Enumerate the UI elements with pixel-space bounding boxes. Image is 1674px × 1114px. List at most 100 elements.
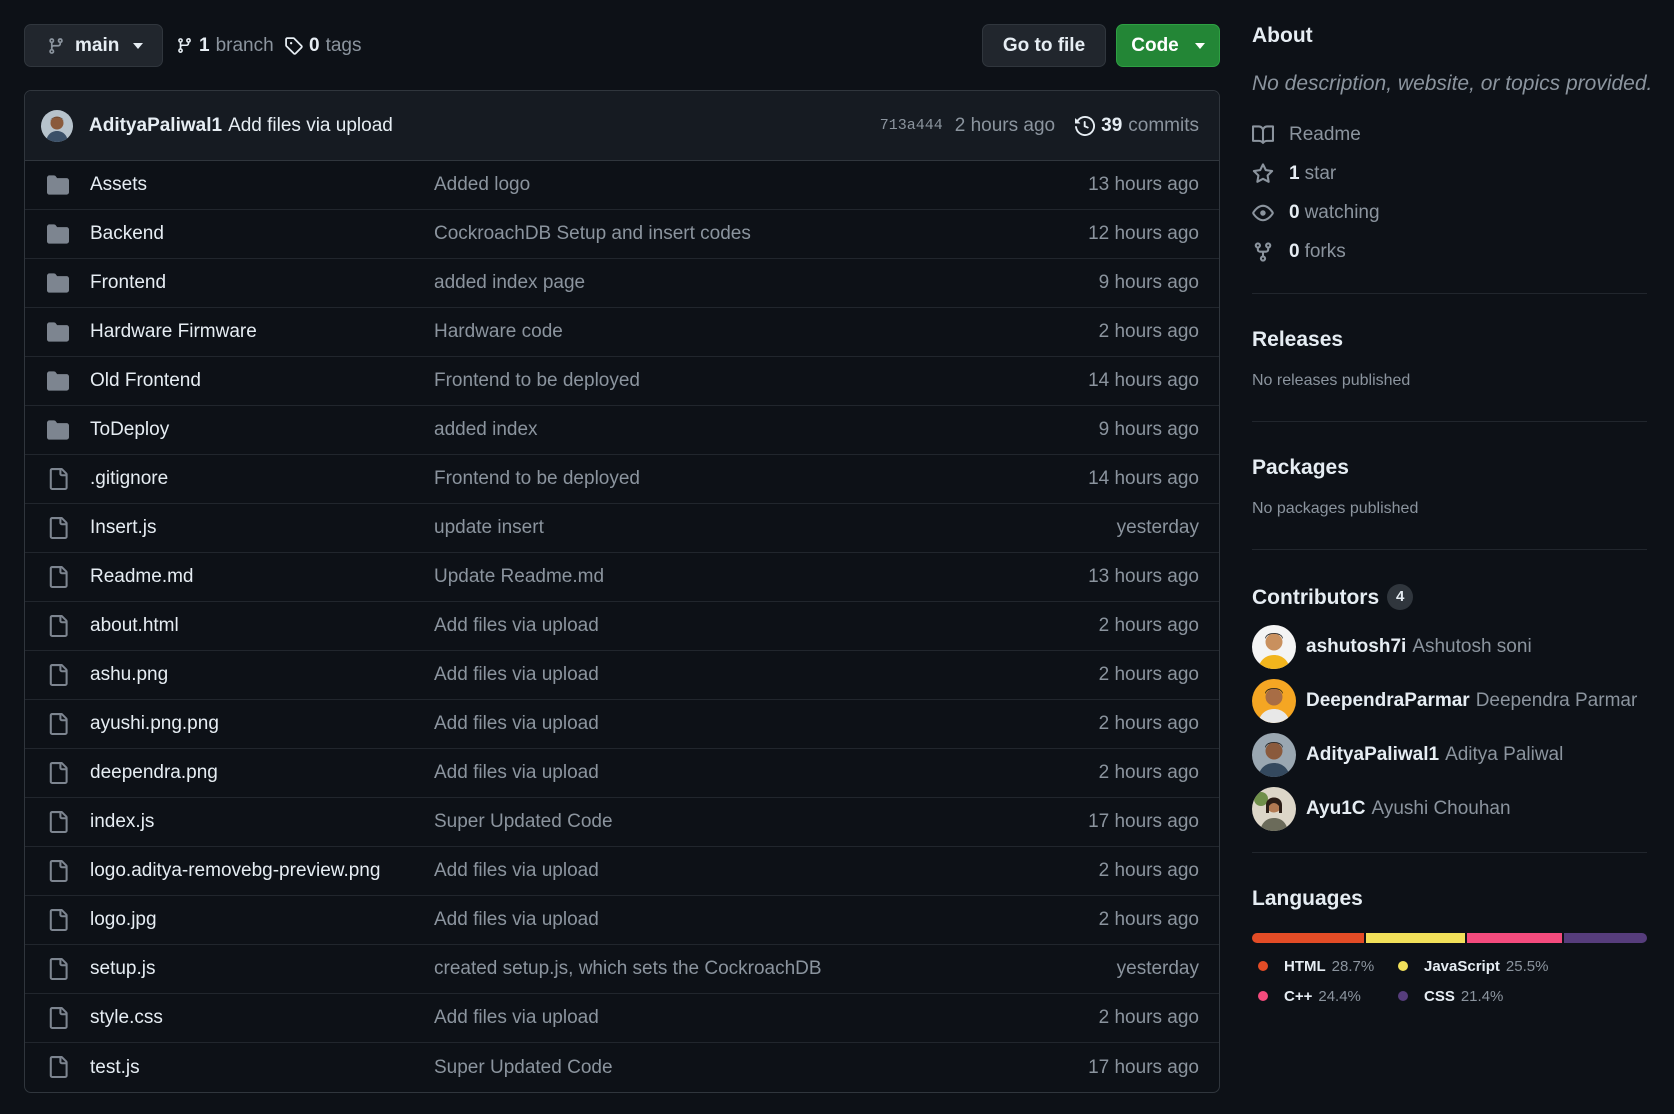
readme-link[interactable]: Readme xyxy=(1252,115,1647,154)
packages-heading[interactable]: Packages xyxy=(1252,456,1647,480)
file-commit-message-link[interactable]: Add files via upload xyxy=(434,762,599,784)
file-name-link[interactable]: style.css xyxy=(90,1007,163,1029)
avatar[interactable] xyxy=(41,109,73,142)
file-commit-message-link[interactable]: Added logo xyxy=(434,174,530,196)
branch-name: main xyxy=(75,34,120,56)
file-name-link[interactable]: ToDeploy xyxy=(90,419,169,441)
file-commit-message-link[interactable]: CockroachDB Setup and insert codes xyxy=(434,223,751,245)
star-icon xyxy=(1252,162,1274,185)
tags-link[interactable]: 0 tags xyxy=(284,24,362,67)
file-commit-message-link[interactable]: Frontend to be deployed xyxy=(434,468,640,490)
file-icon xyxy=(47,517,69,539)
contributor-item[interactable]: ashutosh7i Ashutosh soni xyxy=(1252,620,1647,674)
go-to-file-button[interactable]: Go to file xyxy=(982,24,1106,67)
contributor-item[interactable]: AdityaPaliwal1 Aditya Paliwal xyxy=(1252,728,1647,782)
language-legend-item[interactable]: JavaScript 25.5% xyxy=(1392,955,1592,977)
file-name-link[interactable]: deependra.png xyxy=(90,762,218,784)
file-commit-time: 14 hours ago xyxy=(1088,370,1199,391)
contributor-login: DeependraParmar xyxy=(1306,690,1470,711)
file-commit-message-link[interactable]: Frontend to be deployed xyxy=(434,370,640,392)
file-commit-message-link[interactable]: Add files via upload xyxy=(434,909,599,931)
file-row[interactable]: .gitignore Frontend to be deployed 14 hour… xyxy=(25,455,1219,504)
divider xyxy=(1252,421,1647,422)
file-row[interactable]: Insert.js update insert yesterday xyxy=(25,504,1219,553)
file-commit-time: 2 hours ago xyxy=(1098,321,1199,342)
file-commit-message-link[interactable]: update insert xyxy=(434,517,544,539)
file-row[interactable]: ayushi.png.png Add files via upload 2 hour… xyxy=(25,700,1219,749)
file-row[interactable]: style.css Add files via upload 2 hours ago xyxy=(25,994,1219,1043)
latest-commit-bar: AdityaPaliwal1 Add files via upload 713a… xyxy=(25,91,1219,161)
file-row[interactable]: test.js Super Updated Code 17 hours ago xyxy=(25,1043,1219,1092)
file-row[interactable]: Readme.md Update Readme.md 13 hours ago xyxy=(25,553,1219,602)
file-commit-message-link[interactable]: added index page xyxy=(434,272,585,294)
file-name-link[interactable]: Assets xyxy=(90,174,147,196)
file-commit-message-link[interactable]: Add files via upload xyxy=(434,664,599,686)
stars-link[interactable]: 1 star xyxy=(1252,154,1647,193)
file-row[interactable]: ashu.png Add files via upload 2 hours ago xyxy=(25,651,1219,700)
commit-author-link[interactable]: AdityaPaliwal1 xyxy=(89,115,222,137)
releases-heading[interactable]: Releases xyxy=(1252,328,1647,352)
file-row[interactable]: logo.jpg Add files via upload 2 hours ago xyxy=(25,896,1219,945)
file-commit-message-link[interactable]: Add files via upload xyxy=(434,713,599,735)
file-row[interactable]: Old Frontend Frontend to be deployed 14 ho… xyxy=(25,357,1219,406)
file-commit-time: 2 hours ago xyxy=(1098,713,1199,734)
file-commit-message-link[interactable]: Update Readme.md xyxy=(434,566,604,588)
file-name-link[interactable]: Insert.js xyxy=(90,517,157,539)
file-commit-message-link[interactable]: Hardware code xyxy=(434,321,563,343)
file-commit-message-link[interactable]: created setup.js, which sets the Cockroa… xyxy=(434,958,822,980)
language-legend-item[interactable]: CSS 21.4% xyxy=(1392,985,1592,1007)
file-row[interactable]: Assets Added logo 13 hours ago xyxy=(25,161,1219,210)
file-commit-message-link[interactable]: Super Updated Code xyxy=(434,811,613,833)
file-name-link[interactable]: Old Frontend xyxy=(90,370,201,392)
file-row[interactable]: logo.aditya-removebg-preview.png Add file… xyxy=(25,847,1219,896)
file-row[interactable]: ToDeploy added index 9 hours ago xyxy=(25,406,1219,455)
commit-sha-link[interactable]: 713a444 xyxy=(880,117,943,134)
forks-link[interactable]: 0 forks xyxy=(1252,232,1647,271)
file-commit-message-link[interactable]: Add files via upload xyxy=(434,615,599,637)
file-row[interactable]: Backend CockroachDB Setup and insert code… xyxy=(25,210,1219,259)
file-commit-message-link[interactable]: added index xyxy=(434,419,538,441)
watchers-link[interactable]: 0 watching xyxy=(1252,193,1647,232)
branch-selector-button[interactable]: main xyxy=(24,24,163,67)
file-row[interactable]: about.html Add files via upload 2 hours ag… xyxy=(25,602,1219,651)
code-button[interactable]: Code xyxy=(1116,24,1220,67)
contributor-item[interactable]: Ayu1C Ayushi Chouhan xyxy=(1252,782,1647,836)
contributor-item[interactable]: DeependraParmar Deependra Parmar xyxy=(1252,674,1647,728)
file-name-link[interactable]: setup.js xyxy=(90,958,155,980)
file-name-link[interactable]: logo.jpg xyxy=(90,909,157,931)
language-color-dot xyxy=(1258,991,1268,1001)
file-name-link[interactable]: Frontend xyxy=(90,272,166,294)
contributors-header[interactable]: Contributors 4 xyxy=(1252,584,1647,610)
file-row[interactable]: Hardware Firmware Hardware code 2 hours ag… xyxy=(25,308,1219,357)
file-name-link[interactable]: about.html xyxy=(90,615,179,637)
file-row[interactable]: setup.js created setup.js, which sets the… xyxy=(25,945,1219,994)
avatar[interactable] xyxy=(1252,625,1296,669)
file-name-link[interactable]: .gitignore xyxy=(90,468,168,490)
file-name-link[interactable]: Hardware Firmware xyxy=(90,321,257,343)
avatar[interactable] xyxy=(1252,787,1296,831)
forks-count: 0 xyxy=(1289,240,1300,262)
language-legend-item[interactable]: HTML 28.7% xyxy=(1252,955,1392,977)
forks-label: forks xyxy=(1304,240,1346,262)
file-commit-message-link[interactable]: Add files via upload xyxy=(434,1007,599,1029)
file-name-link[interactable]: ashu.png xyxy=(90,664,168,686)
avatar[interactable] xyxy=(1252,733,1296,777)
file-row[interactable]: index.js Super Updated Code 17 hours ago xyxy=(25,798,1219,847)
language-legend-item[interactable]: C++ 24.4% xyxy=(1252,985,1392,1007)
file-row[interactable]: Frontend added index page 9 hours ago xyxy=(25,259,1219,308)
file-name-link[interactable]: test.js xyxy=(90,1057,140,1079)
eye-icon xyxy=(1252,202,1274,224)
branches-link[interactable]: 1 branch xyxy=(176,24,274,67)
file-name-link[interactable]: index.js xyxy=(90,811,154,833)
commit-message-link[interactable]: Add files via upload xyxy=(228,115,393,137)
commits-history-link[interactable]: 39 commits xyxy=(1075,115,1199,137)
file-row[interactable]: deependra.png Add files via upload 2 hours… xyxy=(25,749,1219,798)
file-name-link[interactable]: ayushi.png.png xyxy=(90,713,219,735)
file-name-link[interactable]: Backend xyxy=(90,223,164,245)
file-name-link[interactable]: Readme.md xyxy=(90,566,194,588)
file-commit-message-link[interactable]: Super Updated Code xyxy=(434,1057,613,1079)
avatar[interactable] xyxy=(1252,679,1296,723)
language-percent: 21.4% xyxy=(1460,987,1504,1005)
file-commit-message-link[interactable]: Add files via upload xyxy=(434,860,599,882)
file-name-link[interactable]: logo.aditya-removebg-preview.png xyxy=(90,860,380,882)
